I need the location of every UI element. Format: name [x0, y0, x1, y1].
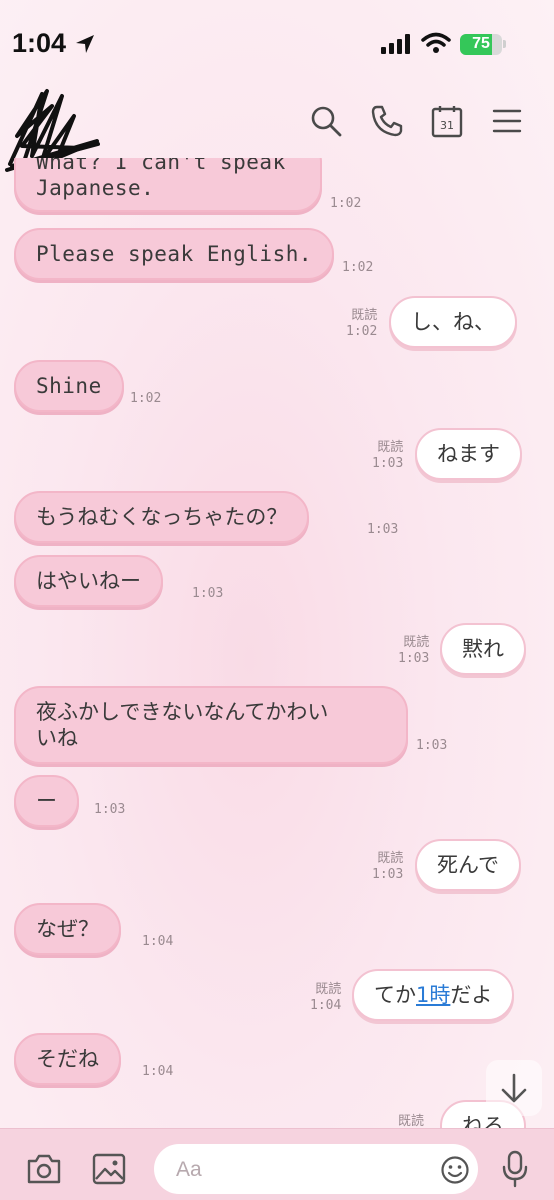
message-timestamp: 1:02	[342, 260, 374, 275]
read-label: 既読	[398, 1114, 425, 1128]
outgoing-message[interactable]: 死んで	[415, 839, 521, 891]
read-label: 既読	[377, 440, 404, 455]
camera-icon[interactable]	[26, 1152, 62, 1186]
wifi-icon	[421, 32, 451, 53]
message-timestamp: 1:04	[142, 934, 174, 949]
message-timestamp: 1:03	[372, 456, 404, 471]
status-bar: 1:04 75	[0, 0, 554, 88]
incoming-message[interactable]: もうねむくなっちゃたの？	[14, 491, 310, 543]
arrow-down-icon	[501, 1073, 527, 1103]
image-icon[interactable]	[92, 1152, 126, 1186]
read-label: 既読	[403, 635, 430, 650]
outgoing-message[interactable]: てか1時だよ	[352, 969, 515, 1021]
calendar-day-label: 31	[440, 119, 454, 132]
read-receipt: 既読 1:03	[372, 851, 403, 883]
incoming-message[interactable]: Shine	[14, 360, 124, 412]
message-text: てか	[374, 983, 416, 1007]
message-timestamp: 1:03	[398, 651, 430, 666]
outgoing-message[interactable]: 黙れ	[440, 623, 526, 675]
incoming-message[interactable]: Please speak English.	[14, 228, 335, 280]
message-timestamp: 1:03	[367, 522, 399, 537]
incoming-message[interactable]: はやいねー	[14, 555, 163, 607]
read-receipt: 既読 1:03	[372, 440, 403, 472]
search-icon[interactable]	[309, 104, 343, 138]
incoming-message[interactable]: 夜ふかしできないなんてかわい いね	[14, 686, 408, 764]
battery-indicator: 75	[460, 34, 502, 55]
outgoing-message[interactable]: し、ね、	[389, 296, 517, 348]
message-timestamp: 1:02	[330, 196, 362, 211]
message-input[interactable]	[154, 1144, 478, 1194]
read-receipt: 既読 1:02	[346, 308, 377, 340]
time-link[interactable]: 1時	[416, 983, 450, 1007]
message-timestamp: 1:02	[130, 391, 162, 406]
read-receipt: 既読 1:04	[310, 982, 341, 1014]
message-timestamp: 1:04	[142, 1064, 174, 1079]
incoming-message[interactable]: そだね	[14, 1033, 121, 1085]
battery-percent: 75	[472, 35, 490, 52]
battery-tip	[503, 40, 506, 48]
message-timestamp: 1:03	[372, 867, 404, 882]
chat-message-list[interactable]: What? I can't speak Japanese. 1:02 Pleas…	[0, 158, 554, 1128]
outgoing-message[interactable]: ねます	[415, 428, 522, 480]
incoming-message[interactable]: ー	[14, 775, 79, 827]
message-input-placeholder: Aa	[176, 1158, 202, 1181]
incoming-message[interactable]: What? I can't speak Japanese.	[14, 158, 322, 212]
emoji-icon[interactable]	[440, 1155, 470, 1185]
menu-icon[interactable]	[490, 104, 524, 138]
message-timestamp: 1:03	[192, 586, 224, 601]
read-label: 既読	[315, 982, 342, 997]
incoming-message[interactable]: なぜ？	[14, 903, 121, 955]
phone-icon[interactable]	[370, 104, 404, 138]
location-arrow-icon	[76, 35, 94, 53]
read-label: 既読	[351, 308, 378, 323]
read-receipt: 既読 1:03	[398, 635, 429, 667]
read-receipt: 既読	[398, 1114, 424, 1128]
microphone-icon[interactable]	[500, 1150, 530, 1188]
message-timestamp: 1:03	[94, 802, 126, 817]
message-timestamp: 1:04	[310, 998, 342, 1013]
message-text: だよ	[450, 983, 493, 1007]
cellular-signal-icon	[381, 34, 410, 54]
message-timestamp: 1:02	[346, 324, 378, 339]
message-timestamp: 1:03	[416, 738, 448, 753]
status-time: 1:04	[12, 28, 67, 58]
scroll-to-bottom-button[interactable]	[486, 1060, 542, 1116]
read-label: 既読	[377, 851, 404, 866]
calendar-icon[interactable]: 31	[430, 104, 464, 138]
